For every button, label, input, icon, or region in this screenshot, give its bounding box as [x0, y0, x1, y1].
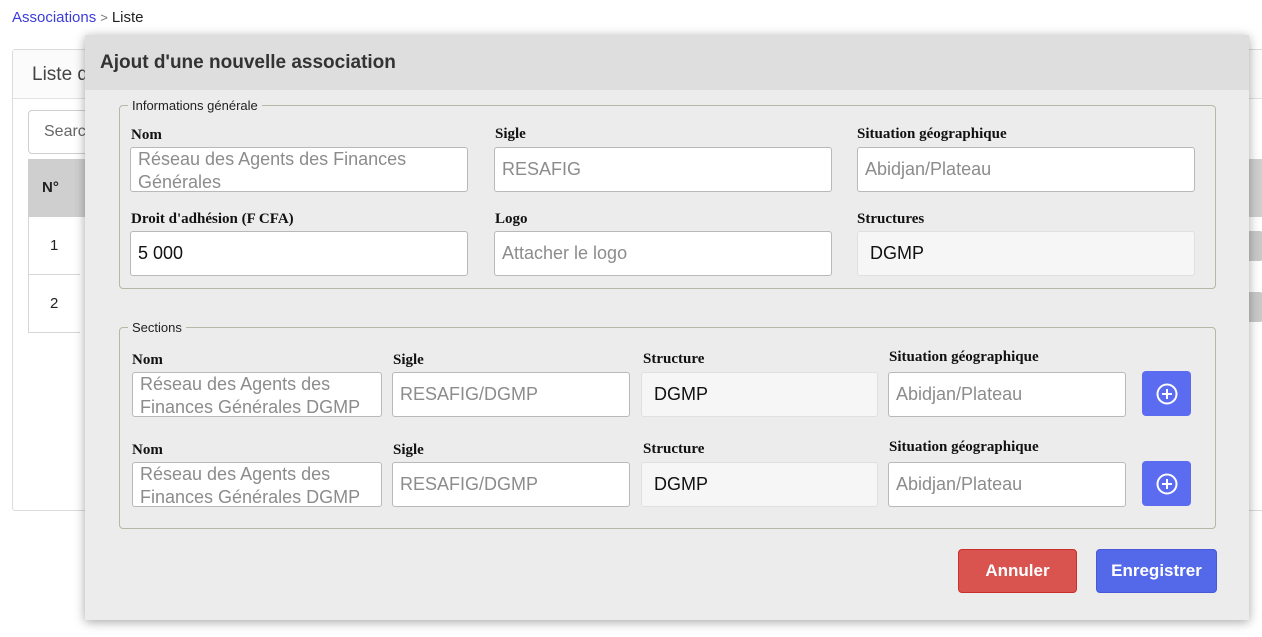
section-sigle-label: Sigle	[393, 442, 424, 458]
sigle-label: Sigle	[495, 126, 526, 142]
section-structure-label: Structure	[643, 441, 705, 457]
sigle-field[interactable]: RESAFIG	[494, 147, 832, 192]
logo-upload-field[interactable]: Attacher le logo	[494, 231, 832, 276]
section-structure-field[interactable]: DGMP	[641, 372, 878, 417]
nom-label: Nom	[131, 127, 162, 143]
situation-label: Situation géographique	[857, 126, 1007, 142]
section-sigle-label: Sigle	[393, 352, 424, 368]
plus-circle-icon	[1156, 383, 1177, 404]
add-section-button[interactable]	[1142, 371, 1191, 416]
situation-field[interactable]: Abidjan/Plateau	[857, 147, 1195, 192]
general-info-legend: Informations générale	[132, 98, 258, 113]
structures-field[interactable]: DGMP	[857, 231, 1195, 276]
section-nom-label: Nom	[132, 352, 163, 368]
breadcrumb-link-associations[interactable]: Associations	[12, 9, 96, 26]
droit-adhesion-label: Droit d'adhésion (F CFA)	[131, 211, 294, 227]
section-situation-field[interactable]: Abidjan/Plateau	[888, 462, 1126, 507]
section-sigle-field[interactable]: RESAFIG/DGMP	[392, 372, 630, 417]
structures-label: Structures	[857, 211, 925, 227]
breadcrumb: Associations > Liste	[12, 9, 144, 26]
add-association-modal: Ajout d'une nouvelle association Informa…	[85, 35, 1249, 620]
section-situation-label: Situation géographique	[889, 349, 1039, 365]
section-nom-label: Nom	[132, 442, 163, 458]
breadcrumb-current: Liste	[111, 9, 144, 26]
logo-label: Logo	[495, 211, 528, 227]
section-sigle-field[interactable]: RESAFIG/DGMP	[392, 462, 630, 507]
modal-title: Ajout d'une nouvelle association	[85, 35, 1249, 90]
droit-adhesion-field[interactable]: 5 000	[130, 231, 468, 276]
add-section-button[interactable]	[1142, 461, 1191, 506]
section-situation-field[interactable]: Abidjan/Plateau	[888, 372, 1126, 417]
section-structure-label: Structure	[643, 351, 705, 367]
section-nom-field[interactable]: Réseau des Agents des Finances Générales…	[132, 372, 382, 417]
table-cell-number: 1	[28, 217, 80, 275]
sections-legend: Sections	[132, 320, 182, 335]
save-button[interactable]: Enregistrer	[1096, 549, 1217, 593]
table-cell-number: 2	[28, 275, 80, 333]
nom-field[interactable]: Réseau des Agents des Finances Générales	[130, 147, 468, 192]
breadcrumb-separator: >	[100, 10, 108, 25]
section-structure-field[interactable]: DGMP	[641, 462, 878, 507]
table-header-number: N°	[28, 159, 80, 217]
section-situation-label: Situation géographique	[889, 439, 1039, 455]
section-nom-field[interactable]: Réseau des Agents des Finances Générales…	[132, 462, 382, 507]
plus-circle-icon	[1156, 473, 1177, 494]
cancel-button[interactable]: Annuler	[958, 549, 1077, 593]
